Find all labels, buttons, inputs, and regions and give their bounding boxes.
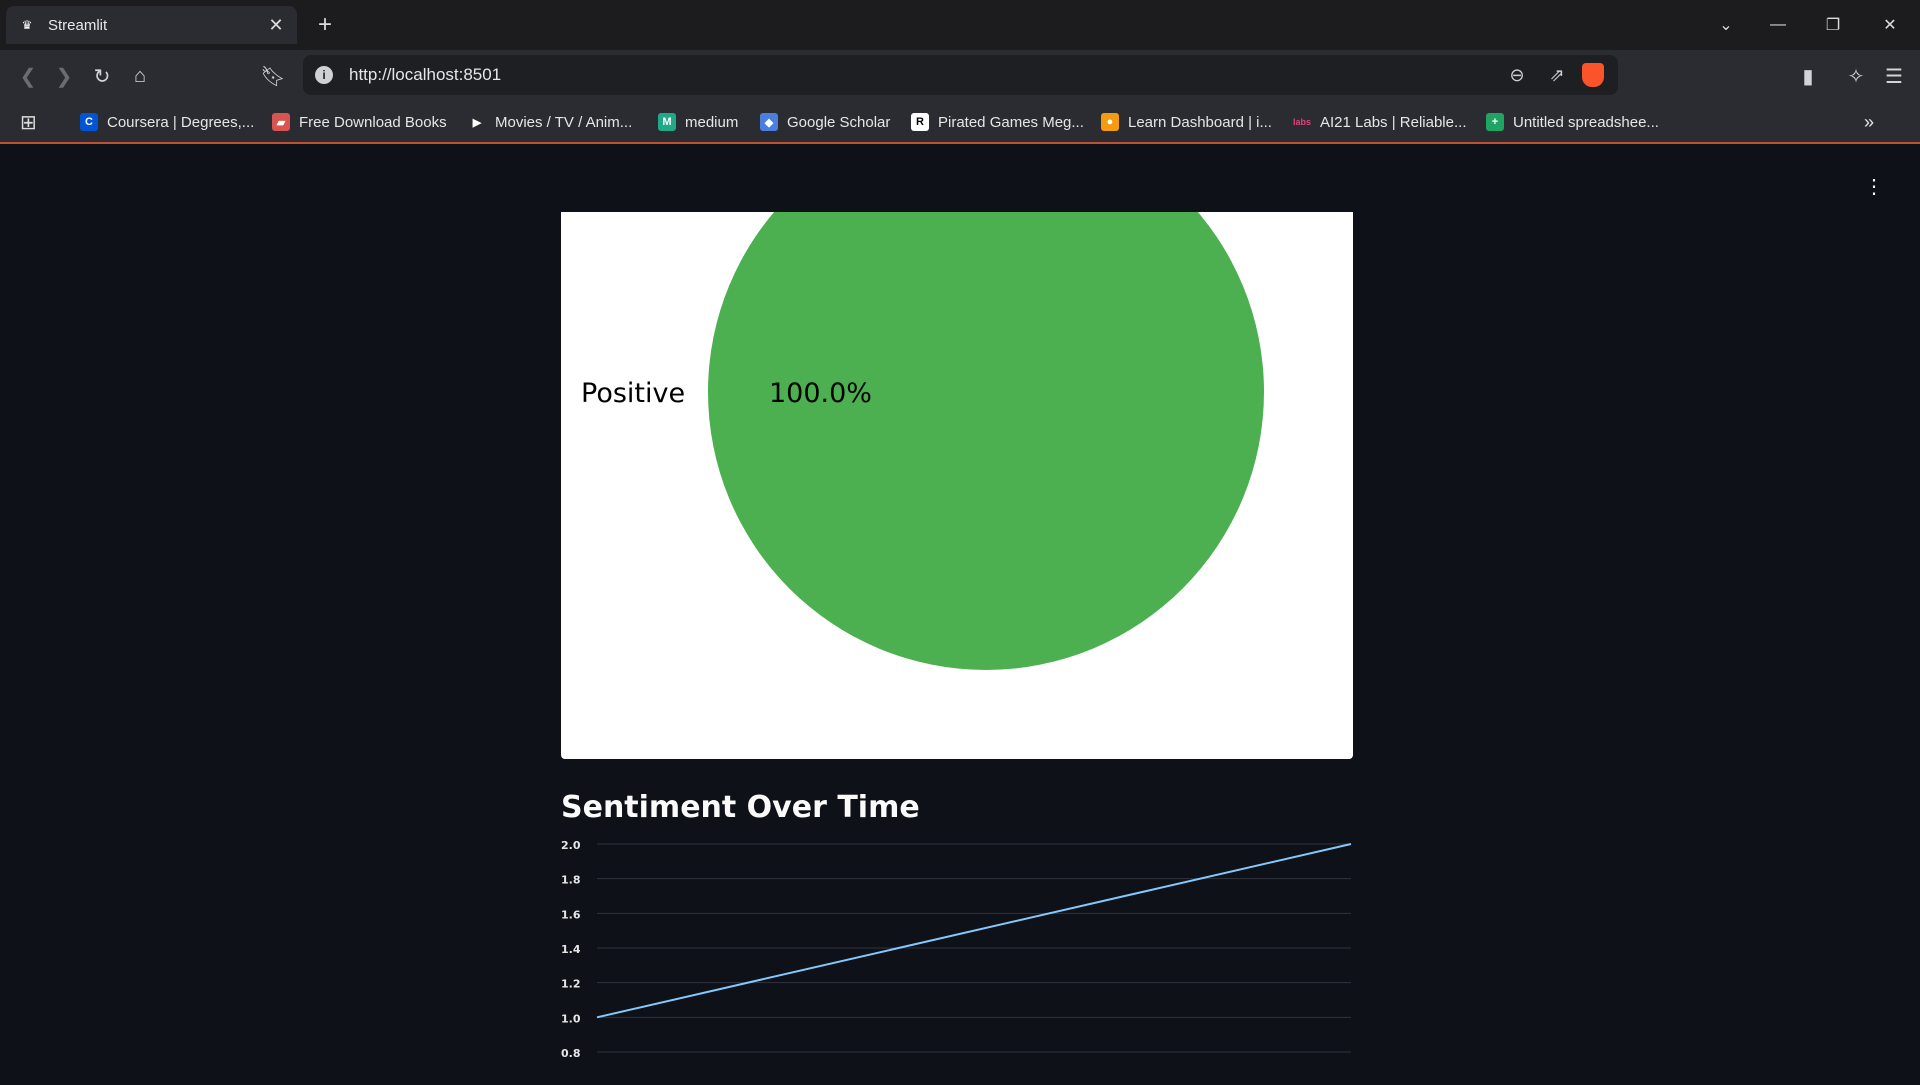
more-bookmarks-icon[interactable]: » — [1864, 110, 1874, 134]
labs-icon: labs — [1293, 117, 1312, 127]
bookmark-label: Pirated Games Meg... — [938, 113, 1084, 131]
medium-icon: M — [658, 113, 676, 131]
pie-slice-positive — [708, 212, 1264, 670]
pie-label-positive: Positive — [581, 378, 685, 409]
y-tick-label: 2.0 — [561, 839, 581, 852]
streamlit-app: ⋮ Positive 100.0% Sentiment Over Time 2.… — [0, 146, 1920, 1080]
bookmark-label: medium — [685, 113, 739, 131]
bookmark-label: Coursera | Degrees,... — [107, 113, 255, 131]
y-tick-label: 1.8 — [561, 874, 581, 887]
play-icon: ▶ — [472, 116, 482, 129]
leo-ai-icon[interactable]: ✧ — [1842, 62, 1870, 90]
streamlit-crown-icon: ♛ — [21, 18, 33, 32]
bookmark-label: AI21 Labs | Reliable... — [1320, 113, 1467, 131]
tab-title: Streamlit — [48, 16, 108, 34]
series-line — [596, 843, 1352, 1019]
bookmark-label: Learn Dashboard | i... — [1128, 113, 1272, 131]
bookmark-item[interactable]: R Pirated Games Meg... — [911, 110, 1084, 134]
bookmark-item[interactable]: ● Learn Dashboard | i... — [1101, 110, 1272, 134]
browser-tab-strip: ♛ Streamlit ✕ + ⌄ — ❐ ✕ — [0, 0, 1920, 50]
section-title: Sentiment Over Time — [561, 790, 920, 825]
bookmark-item[interactable]: ▰ Free Download Books — [272, 110, 447, 134]
site-info-icon[interactable]: i — [315, 66, 333, 84]
bookmarks-bar: ⊞ C Coursera | Degrees,... ▰ Free Download … — [0, 100, 1920, 144]
y-tick-label: 1.2 — [561, 978, 581, 991]
sheets-icon: + — [1486, 113, 1504, 131]
r-icon: R — [911, 113, 929, 131]
bookmark-item[interactable]: labs AI21 Labs | Reliable... — [1293, 110, 1466, 134]
bookmark-label: Movies / TV / Anim... — [495, 113, 633, 131]
bookmark-item[interactable]: ◆ Google Scholar — [760, 110, 890, 134]
y-tick-label: 1.6 — [561, 908, 581, 921]
pie-pct-label: 100.0% — [769, 378, 872, 409]
new-tab-button[interactable]: + — [312, 11, 338, 38]
close-window-icon[interactable]: ✕ — [1875, 10, 1905, 40]
brave-shields-icon[interactable] — [1582, 63, 1604, 87]
close-tab-icon[interactable]: ✕ — [265, 14, 287, 36]
bookmark-item[interactable]: C Coursera | Degrees,... — [80, 110, 254, 134]
app-menu-kebab-icon[interactable]: ⋮ — [1864, 174, 1884, 198]
restore-icon[interactable]: ❐ — [1818, 10, 1848, 40]
address-bar[interactable]: i http://localhost:8501 ⊖ ⇗ — [303, 55, 1618, 95]
home-icon[interactable]: ⌂ — [126, 62, 154, 90]
y-tick-label: 1.0 — [561, 1012, 581, 1025]
bookmark-label: Untitled spreadshee... — [1513, 113, 1659, 131]
bookmark-label: Google Scholar — [787, 113, 891, 131]
reload-icon[interactable]: ↻ — [88, 62, 116, 90]
book-icon: ▰ — [272, 113, 290, 131]
forward-arrow-icon[interactable]: ❯ — [50, 62, 78, 90]
sentiment-line-chart: 2.0 1.8 1.6 1.4 1.2 1.0 0.8 — [561, 838, 1353, 1080]
bookmark-label: Free Download Books — [299, 113, 447, 131]
y-tick-label: 1.4 — [561, 943, 581, 956]
back-arrow-icon[interactable]: ❮ — [14, 62, 42, 90]
apps-grid-icon[interactable]: ⊞ — [20, 110, 37, 134]
zoom-icon[interactable]: ⊖ — [1502, 60, 1532, 90]
scholar-icon: ◆ — [760, 113, 778, 131]
bookmark-item[interactable]: ▶ Movies / TV / Anim... — [468, 110, 633, 134]
browser-tab[interactable]: ♛ Streamlit ✕ — [6, 6, 297, 44]
sentiment-pie-chart: Positive 100.0% — [561, 212, 1353, 759]
coursera-icon: C — [80, 113, 98, 131]
bookmark-item[interactable]: Mmedium — [658, 110, 738, 134]
url-text[interactable]: http://localhost:8501 — [349, 65, 1502, 85]
learn-icon: ● — [1101, 113, 1119, 131]
sidebar-toggle-icon[interactable]: ▮ — [1794, 62, 1822, 90]
bookmark-icon[interactable]: 🔖︎ — [259, 62, 287, 90]
minimize-icon[interactable]: — — [1763, 10, 1793, 40]
y-tick-label: 0.8 — [561, 1047, 581, 1060]
share-icon[interactable]: ⇗ — [1542, 60, 1572, 90]
tab-search-chevron-icon[interactable]: ⌄ — [1711, 10, 1741, 40]
menu-hamburger-icon[interactable]: ☰ — [1880, 62, 1908, 90]
bookmark-item[interactable]: + Untitled spreadshee... — [1486, 110, 1659, 134]
